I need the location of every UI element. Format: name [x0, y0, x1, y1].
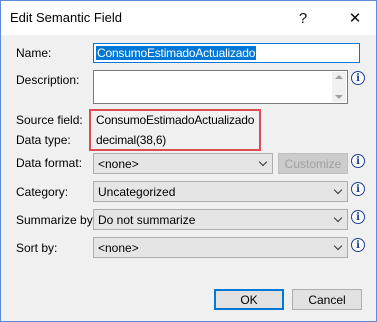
sort-by-dropdown[interactable]: <none>: [93, 237, 348, 258]
data-format-selected: <none>: [98, 157, 139, 171]
info-icon[interactable]: i: [351, 71, 365, 85]
data-format-dropdown[interactable]: <none>: [93, 153, 273, 174]
chevron-down-icon: [258, 157, 268, 167]
customize-button[interactable]: Customize: [278, 153, 348, 174]
data-type-label: Data type:: [16, 133, 71, 147]
sort-by-selected: <none>: [98, 241, 139, 255]
chevron-down-icon: [333, 185, 343, 195]
info-icon[interactable]: i: [351, 182, 365, 196]
description-scrollbar[interactable]: [332, 72, 346, 102]
cancel-button[interactable]: Cancel: [292, 289, 362, 310]
source-field-label: Source field:: [16, 113, 83, 127]
info-icon[interactable]: i: [351, 210, 365, 224]
description-input[interactable]: [93, 70, 348, 104]
dialog-body: Name: ConsumoEstimadoActualizado Descrip…: [1, 35, 376, 321]
info-icon[interactable]: i: [351, 154, 365, 168]
chevron-down-icon: [333, 213, 343, 223]
summarize-by-label: Summarize by:: [16, 213, 97, 227]
edit-semantic-field-dialog: Edit Semantic Field ? ✕ Name: ConsumoEst…: [0, 0, 377, 322]
dialog-title: Edit Semantic Field: [10, 10, 122, 25]
ok-button[interactable]: OK: [214, 289, 284, 310]
name-input[interactable]: ConsumoEstimadoActualizado: [93, 43, 360, 63]
data-format-label: Data format:: [16, 156, 83, 170]
category-label: Category:: [16, 185, 69, 199]
summarize-by-selected: Do not summarize: [98, 213, 196, 227]
category-selected: Uncategorized: [98, 185, 176, 199]
scroll-down-arrow-icon[interactable]: [335, 95, 343, 99]
chevron-down-icon: [333, 241, 343, 251]
category-dropdown[interactable]: Uncategorized: [93, 181, 348, 202]
title-bar: Edit Semantic Field ? ✕: [1, 1, 376, 35]
name-label: Name:: [16, 46, 52, 60]
help-button[interactable]: ?: [285, 1, 321, 35]
annotation-highlight-box: [89, 109, 261, 151]
close-button[interactable]: ✕: [337, 1, 373, 35]
name-input-value: ConsumoEstimadoActualizado: [96, 46, 257, 60]
description-label: Description:: [16, 73, 80, 87]
scroll-up-arrow-icon[interactable]: [335, 75, 343, 79]
info-icon[interactable]: i: [351, 238, 365, 252]
sort-by-label: Sort by:: [16, 241, 58, 255]
summarize-by-dropdown[interactable]: Do not summarize: [93, 209, 348, 230]
